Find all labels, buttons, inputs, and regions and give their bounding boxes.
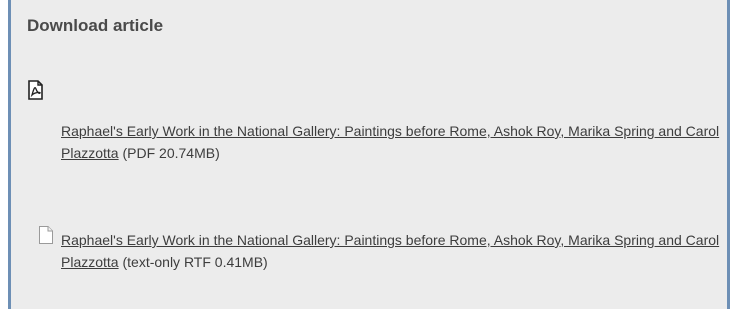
panel-title: Download article: [27, 16, 164, 35]
pdf-icon[interactable]: [26, 80, 46, 100]
rtf-file-info: (text-only RTF 0.41MB): [118, 254, 268, 270]
document-icon[interactable]: [38, 225, 54, 245]
download-item-rtf: Raphael's Early Work in the National Gal…: [61, 229, 731, 273]
pdf-file-info: (PDF 20.74MB): [118, 145, 220, 161]
download-item-pdf: Raphael's Early Work in the National Gal…: [61, 120, 731, 164]
download-article-panel: Download article Raphael's Early Work in…: [8, 0, 730, 309]
